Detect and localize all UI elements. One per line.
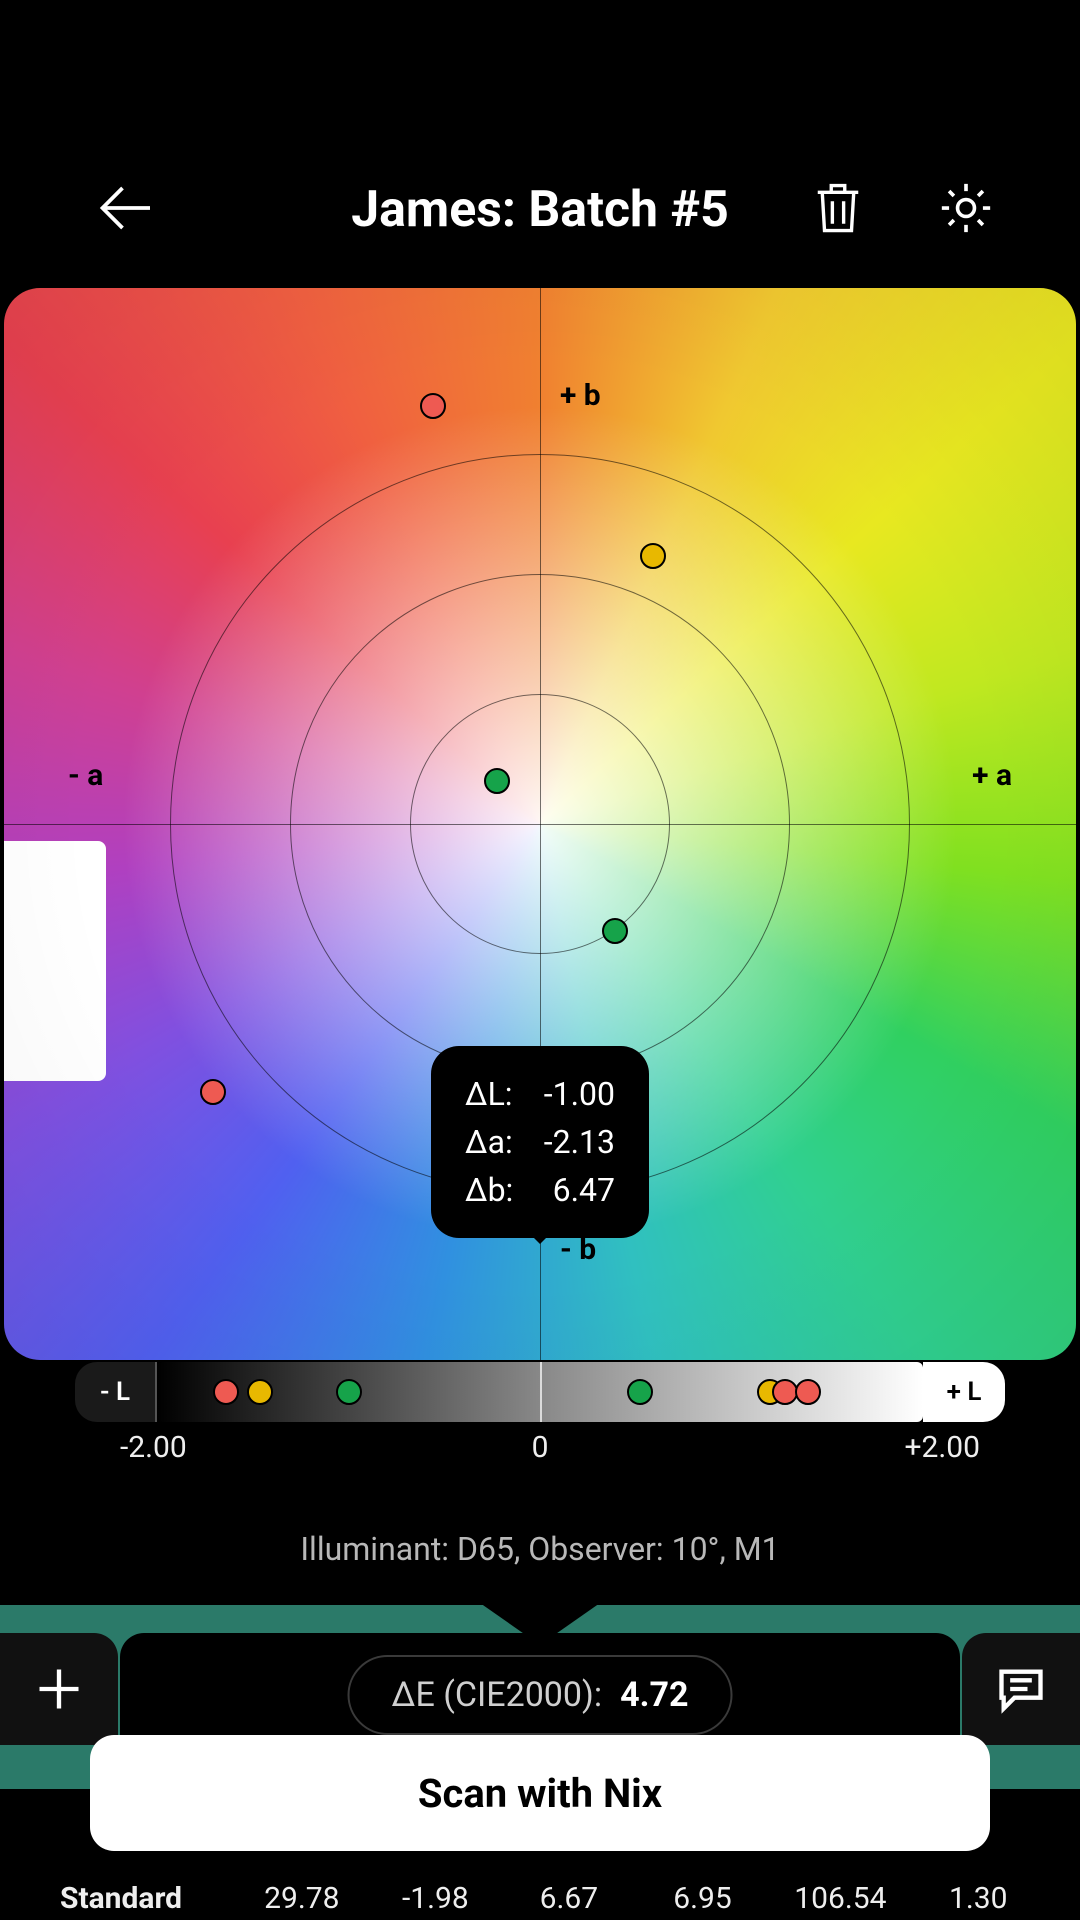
sample-dot[interactable] — [200, 1079, 226, 1105]
scan-button[interactable]: Scan with Nix — [90, 1735, 990, 1851]
l-plus-label: + L — [923, 1362, 1005, 1422]
sample-dot[interactable] — [640, 543, 666, 569]
standard-v6: 1.30 — [936, 1881, 1020, 1916]
sample-dot[interactable] — [484, 768, 510, 794]
l-sample-dot[interactable] — [795, 1379, 821, 1405]
l-sample-dot[interactable] — [627, 1379, 653, 1405]
standard-v1: 29.78 — [260, 1881, 344, 1916]
notes-button[interactable] — [962, 1633, 1080, 1745]
tooltip-da-label: Δa: — [465, 1118, 525, 1166]
axis-label-minus-a: - a — [68, 758, 103, 793]
tooltip-da-value: -2.13 — [537, 1118, 615, 1166]
l-scale-mid: 0 — [532, 1430, 549, 1465]
page-title: James: Batch #5 — [351, 181, 729, 239]
l-minus-label: - L — [75, 1362, 157, 1422]
delta-e-label: ΔE (CIE2000): — [392, 1675, 603, 1715]
ab-color-plot[interactable]: + b - b + a - a ΔL: -1.00 Δa: -2.13 Δb: … — [4, 288, 1076, 1360]
comment-icon — [995, 1663, 1047, 1715]
axis-horizontal — [4, 824, 1076, 825]
axis-label-plus-a: + a — [972, 758, 1012, 793]
gear-icon — [937, 179, 995, 237]
settings-button[interactable] — [937, 179, 995, 241]
sample-dot[interactable] — [602, 918, 628, 944]
standard-v2: -1.98 — [394, 1881, 478, 1916]
delta-e-pill[interactable]: ΔE (CIE2000): 4.72 — [348, 1655, 733, 1735]
l-scale-max: +2.00 — [904, 1430, 980, 1465]
standard-label: Standard — [60, 1881, 210, 1916]
trash-icon — [811, 181, 865, 235]
header-bar: James: Batch #5 — [0, 160, 1080, 260]
add-sample-button[interactable] — [0, 1633, 118, 1745]
tolerance-ring-1 — [410, 694, 670, 954]
tooltip-dL-label: ΔL: — [465, 1070, 525, 1118]
l-center-tick — [540, 1362, 542, 1422]
sample-dot[interactable] — [420, 393, 446, 419]
l-scale-min: -2.00 — [120, 1430, 187, 1465]
tooltip-dL-value: -1.00 — [537, 1070, 615, 1118]
l-sample-dot[interactable] — [336, 1379, 362, 1405]
standard-v5: 106.54 — [794, 1881, 886, 1916]
tolerance-ring-2 — [290, 574, 790, 1074]
plus-icon — [33, 1663, 85, 1715]
standard-v3: 6.67 — [527, 1881, 611, 1916]
back-button[interactable] — [95, 178, 155, 242]
l-sample-dot[interactable] — [213, 1379, 239, 1405]
standard-row: Standard 29.78 -1.98 6.67 6.95 106.54 1.… — [0, 1876, 1080, 1920]
l-gradient — [157, 1362, 923, 1422]
l-strip[interactable]: - L + L — [75, 1362, 1005, 1422]
tooltip-db-value: 6.47 — [537, 1166, 615, 1214]
delete-button[interactable] — [811, 181, 865, 239]
standard-v4: 6.95 — [661, 1881, 745, 1916]
sample-tooltip: ΔL: -1.00 Δa: -2.13 Δb: 6.47 — [431, 1046, 649, 1238]
arrow-left-icon — [95, 178, 155, 238]
drawer-handle[interactable] — [4, 841, 106, 1081]
delta-e-value: 4.72 — [620, 1675, 688, 1715]
l-sample-dot[interactable] — [247, 1379, 273, 1405]
tooltip-db-label: Δb: — [465, 1166, 525, 1214]
illuminant-info: Illuminant: D65, Observer: 10°, M1 — [0, 1530, 1080, 1568]
axis-label-plus-b: + b — [560, 378, 601, 413]
